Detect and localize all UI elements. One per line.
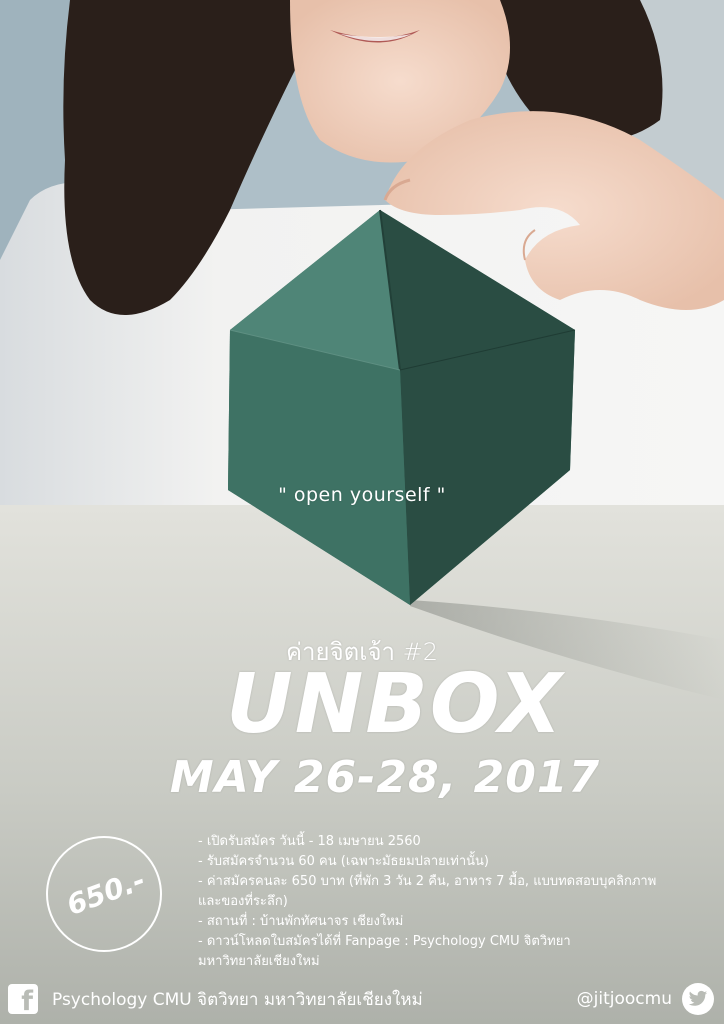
event-title: UNBOX bbox=[226, 657, 564, 752]
facebook-icon: f bbox=[8, 984, 38, 1017]
detail-line: - ดาวน์โหลดใบสมัครได้ที่ Fanpage : Psych… bbox=[198, 934, 571, 949]
twitter-handle: @jitjoocmu bbox=[576, 989, 672, 1009]
tagline: " open yourself " bbox=[278, 484, 446, 506]
detail-line: - เปิดรับสมัคร วันนี้ - 18 เมษายน 2560 bbox=[198, 834, 421, 849]
detail-line: - สถานที่ : บ้านพักทัศนาจร เชียงใหม่ bbox=[198, 914, 404, 929]
detail-line: และของที่ระลึก) bbox=[198, 894, 288, 909]
price-label: 650.- bbox=[62, 863, 150, 922]
price-badge: 650.- bbox=[46, 836, 162, 952]
poster: " open yourself " ค่ายจิตเจ้า #2 UNBOX M… bbox=[0, 0, 724, 1024]
detail-line: - ค่าสมัครคนละ 650 บาท (ที่พัก 3 วัน 2 ค… bbox=[198, 874, 657, 889]
event-dates: MAY 26-28, 2017 bbox=[169, 752, 601, 803]
facebook-credit: f Psychology CMU จิตวิทยา มหาวิทยาลัยเชี… bbox=[8, 984, 423, 1017]
event-details: - เปิดรับสมัคร วันนี้ - 18 เมษายน 2560 -… bbox=[198, 832, 668, 972]
facebook-page-label: Psychology CMU จิตวิทยา มหาวิทยาลัยเชียง… bbox=[52, 989, 423, 1010]
twitter-credit: @jitjoocmu bbox=[577, 982, 714, 1016]
twitter-icon bbox=[682, 983, 714, 1015]
detail-line: - รับสมัครจำนวน 60 คน (เฉพาะมัธยมปลายเท่… bbox=[198, 854, 489, 869]
detail-line: มหาวิทยาลัยเชียงใหม่ bbox=[198, 954, 320, 969]
